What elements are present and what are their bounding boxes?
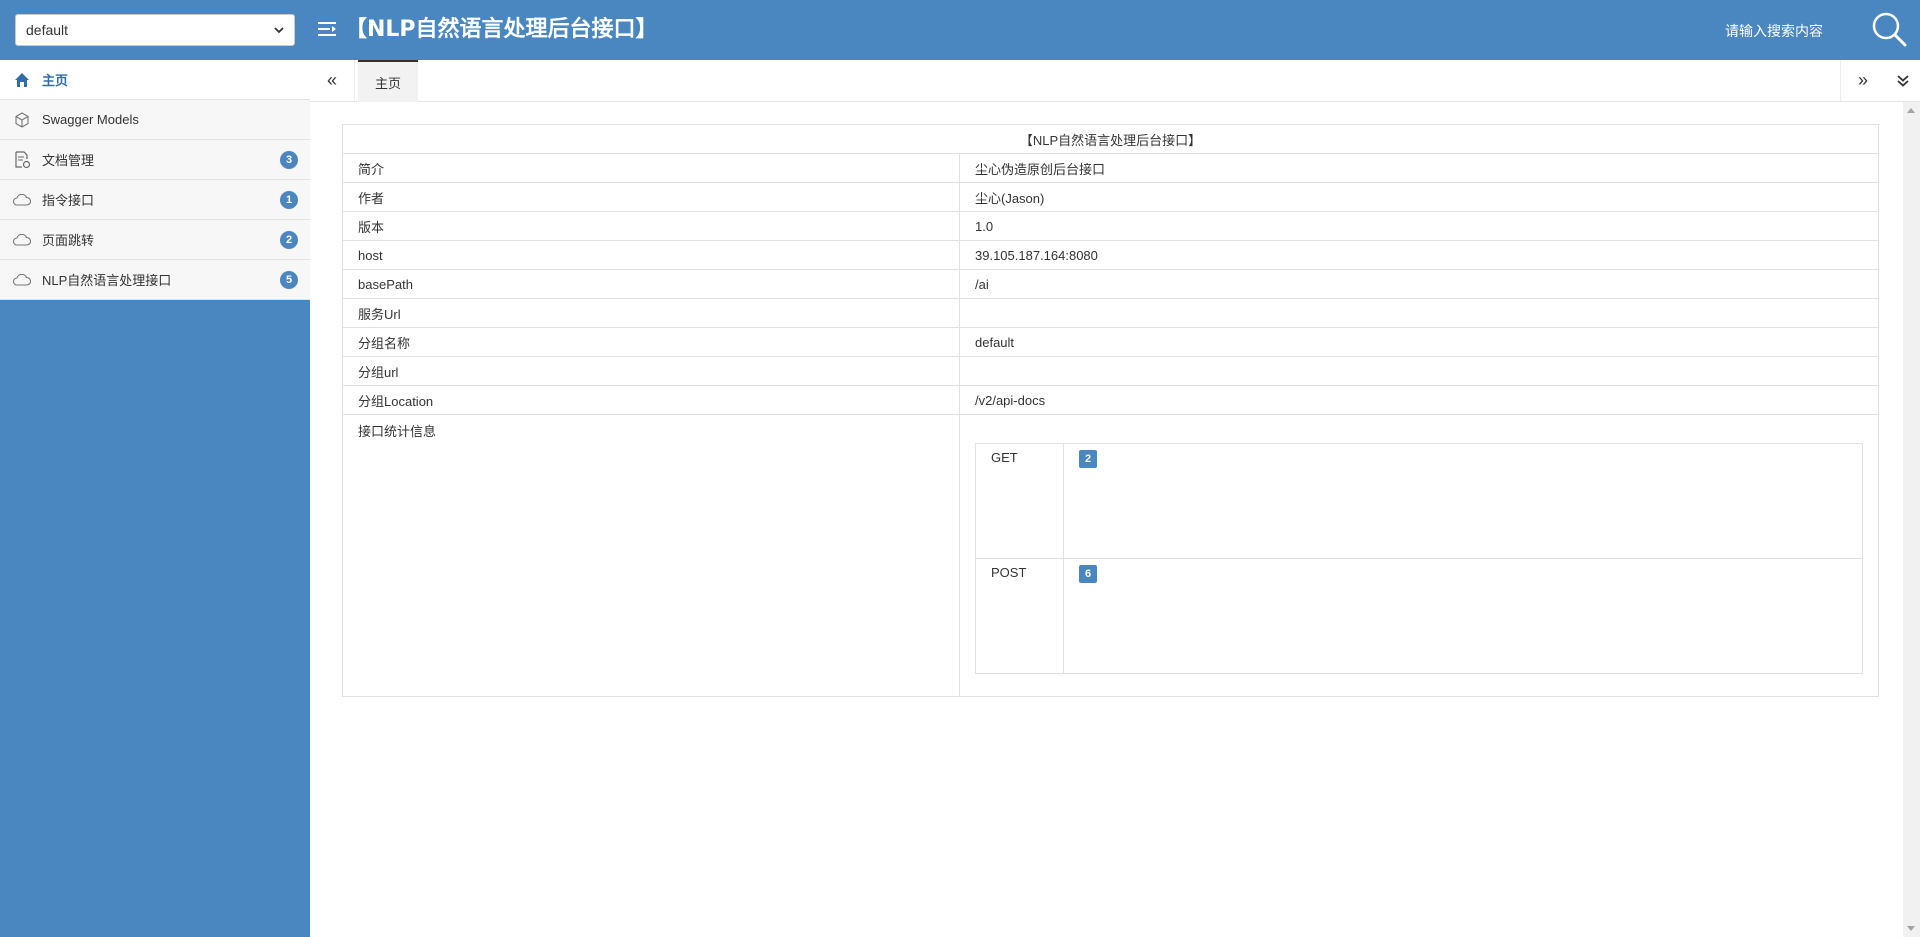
- sidebar-item-doc-management[interactable]: 文档管理 3: [0, 140, 310, 180]
- info-key: 简介: [342, 153, 960, 183]
- count-badge: 2: [1079, 450, 1097, 468]
- method-name: GET: [975, 443, 1064, 559]
- info-key: 分组url: [342, 356, 960, 386]
- search-button[interactable]: [1870, 10, 1910, 50]
- method-count-cell: 6: [1063, 558, 1863, 674]
- tab-more-button[interactable]: [1880, 60, 1920, 101]
- double-chevron-left-icon: «: [326, 70, 337, 90]
- vertical-scrollbar[interactable]: [1903, 102, 1920, 937]
- main-content: 【NLP自然语言处理后台接口】 简介 尘心伪造原创后台接口 作者 尘心(Jaso…: [342, 124, 1879, 697]
- info-table-title: 【NLP自然语言处理后台接口】: [342, 124, 1879, 154]
- table-row: host 39.105.187.164:8080: [342, 240, 1879, 270]
- table-row: 版本 1.0: [342, 211, 1879, 241]
- info-value: 1.0: [959, 211, 1879, 241]
- info-value: 尘心(Jason): [959, 182, 1879, 212]
- group-select-value: default: [26, 22, 69, 38]
- scroll-down-arrow-icon[interactable]: [1907, 926, 1915, 931]
- info-value: GET 2 POST 6: [959, 414, 1879, 697]
- count-badge: 5: [280, 271, 298, 289]
- sidebar-item-label: 主页: [42, 73, 69, 88]
- search-icon: [1872, 12, 1907, 47]
- table-row: 分组名称 default: [342, 327, 1879, 357]
- info-value: /ai: [959, 269, 1879, 299]
- stat-row: POST 6: [975, 558, 1863, 674]
- info-key: 服务Url: [342, 298, 960, 328]
- chevron-double-down-icon: [1896, 74, 1909, 87]
- sidebar-item-home[interactable]: 主页: [0, 60, 310, 100]
- document-gear-icon: [12, 150, 32, 169]
- table-row: 分组Location /v2/api-docs: [342, 385, 1879, 415]
- sidebar-item-page-redirect[interactable]: 页面跳转 2: [0, 220, 310, 260]
- count-badge: 3: [280, 151, 298, 169]
- menu-indent-icon: [318, 22, 336, 36]
- table-row: basePath /ai: [342, 269, 1879, 299]
- scroll-up-arrow-icon[interactable]: [1907, 108, 1915, 113]
- table-row: 作者 尘心(Jason): [342, 182, 1879, 212]
- method-stats-table: GET 2 POST 6: [975, 443, 1863, 674]
- page-title: 【NLP自然语言处理后台接口】: [345, 17, 658, 42]
- search-input[interactable]: 请输入搜索内容: [1725, 21, 1845, 41]
- double-chevron-right-icon: »: [1857, 70, 1868, 90]
- cloud-api-icon: [12, 271, 32, 289]
- menu-toggle-button[interactable]: [318, 20, 340, 40]
- info-value: [959, 356, 1879, 386]
- tab-label: 主页: [374, 75, 401, 91]
- count-badge: 6: [1079, 565, 1097, 583]
- count-badge: 1: [280, 191, 298, 209]
- stat-row: GET 2: [975, 443, 1863, 559]
- table-row: 分组url: [342, 356, 1879, 386]
- sidebar-item-label: NLP自然语言处理接口: [42, 273, 172, 288]
- api-info-table: 【NLP自然语言处理后台接口】 简介 尘心伪造原创后台接口 作者 尘心(Jaso…: [342, 124, 1879, 697]
- table-row: 简介 尘心伪造原创后台接口: [342, 153, 1879, 183]
- tab-scroll-right-button[interactable]: »: [1840, 60, 1885, 101]
- sidebar-item-nlp-api[interactable]: NLP自然语言处理接口 5: [0, 260, 310, 300]
- info-key: 作者: [342, 182, 960, 212]
- tab-scroll-left-button[interactable]: «: [310, 60, 355, 101]
- info-value: /v2/api-docs: [959, 385, 1879, 415]
- home-icon: [12, 71, 32, 89]
- info-key: host: [342, 240, 960, 270]
- sidebar-item-label: Swagger Models: [42, 112, 139, 127]
- sidebar-item-swagger-models[interactable]: Swagger Models: [0, 100, 310, 140]
- info-value: default: [959, 327, 1879, 357]
- info-key: 分组名称: [342, 327, 960, 357]
- chevron-down-icon: [274, 27, 284, 34]
- tab-home[interactable]: 主页: [358, 60, 418, 102]
- info-key: 版本: [342, 211, 960, 241]
- sidebar-item-label: 指令接口: [42, 193, 95, 208]
- sidebar-item-label: 页面跳转: [42, 233, 95, 248]
- cube-icon: [12, 111, 32, 129]
- top-header: default 【NLP自然语言处理后台接口】 请输入搜索内容: [0, 0, 1920, 60]
- info-key: basePath: [342, 269, 960, 299]
- info-value: 39.105.187.164:8080: [959, 240, 1879, 270]
- cloud-api-icon: [12, 231, 32, 249]
- method-count-cell: 2: [1063, 443, 1863, 559]
- info-value: [959, 298, 1879, 328]
- table-row: 接口统计信息 GET 2 POST 6: [342, 414, 1879, 697]
- cloud-api-icon: [12, 191, 32, 209]
- table-row: 服务Url: [342, 298, 1879, 328]
- info-key: 接口统计信息: [342, 414, 960, 697]
- sidebar-item-label: 文档管理: [42, 153, 95, 168]
- info-value: 尘心伪造原创后台接口: [959, 153, 1879, 183]
- sidebar: 主页 Swagger Models 文档管理 3 指令接口 1 页面跳转 2 N…: [0, 60, 310, 937]
- tab-bar: « 主页 »: [310, 60, 1920, 102]
- sidebar-menu: 主页 Swagger Models 文档管理 3 指令接口 1 页面跳转 2 N…: [0, 60, 310, 300]
- count-badge: 2: [280, 231, 298, 249]
- method-name: POST: [975, 558, 1064, 674]
- info-key: 分组Location: [342, 385, 960, 415]
- group-select[interactable]: default: [15, 14, 295, 46]
- sidebar-item-command-api[interactable]: 指令接口 1: [0, 180, 310, 220]
